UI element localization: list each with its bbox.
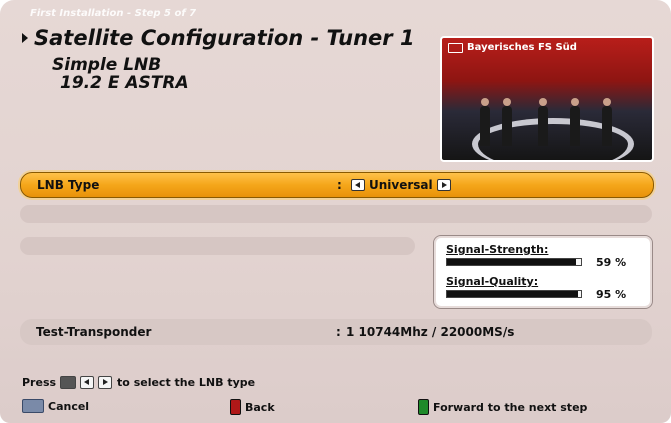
disabled-setting-row [20, 237, 415, 255]
test-transponder-row[interactable]: Test-Transponder : 1 10744Mhz / 22000MS/… [20, 319, 652, 345]
separator: : [337, 178, 342, 192]
lnb-type-selector[interactable]: Universal [347, 178, 455, 192]
lnb-config-type: Simple LNB [52, 55, 162, 75]
lnb-summary: Simple LNB 19.2 E ASTRA [52, 56, 189, 92]
back-label: Back [245, 400, 275, 414]
cancel-label: Cancel [48, 399, 90, 413]
studio-person [480, 98, 490, 146]
tv-icon [448, 42, 463, 53]
signal-quality-value: 95 % [596, 288, 627, 301]
cancel-action[interactable]: Cancel [22, 399, 89, 413]
studio-person [538, 98, 548, 146]
separator: : [336, 325, 341, 339]
lnb-type-label: LNB Type [37, 178, 100, 192]
test-transponder-value: 1 10744Mhz / 22000MS/s [346, 325, 515, 339]
forward-label: Forward to the next step [433, 400, 588, 414]
hint-prefix: Press [22, 376, 57, 389]
signal-strength-label: Signal-Strength: [446, 243, 549, 256]
lnb-type-row[interactable]: LNB Type : Universal [20, 172, 654, 198]
lnb-type-value: Universal [369, 178, 433, 192]
left-key-icon [80, 376, 95, 389]
signal-quality-fill [447, 291, 579, 297]
signal-panel: Signal-Strength: 59 % Signal-Quality: 95… [433, 235, 653, 309]
satellite-position: 19.2 E ASTRA [60, 73, 189, 93]
red-key-icon [230, 399, 241, 415]
signal-quality-bar [446, 290, 582, 298]
back-action[interactable]: Back [230, 399, 275, 415]
hint-suffix: to select the LNB type [117, 376, 256, 389]
right-key-icon [98, 376, 113, 389]
studio-person [602, 98, 612, 146]
arrow-left-icon[interactable] [351, 179, 365, 191]
test-transponder-label: Test-Transponder [36, 325, 152, 339]
step-indicator: First Installation - Step 5 of 7 [30, 8, 197, 19]
channel-name: Bayerisches FS Süd [467, 42, 577, 53]
disabled-setting-row [20, 205, 652, 223]
arrow-right-icon[interactable] [436, 179, 451, 191]
footer-key-legend: Cancel Back Forward to the next step [22, 399, 652, 419]
ok-key-icon [60, 376, 77, 389]
forward-action[interactable]: Forward to the next step [418, 399, 587, 415]
studio-person [502, 98, 512, 146]
installation-panel: First Installation - Step 5 of 7 Satelli… [0, 0, 671, 423]
title-row: Satellite Configuration - Tuner 1 [22, 26, 415, 50]
studio-person [570, 98, 580, 146]
exit-key-icon [22, 399, 44, 413]
footer-hint: Press to select the LNB type [22, 376, 255, 389]
signal-strength-value: 59 % [596, 256, 627, 269]
preview-channel-label: Bayerisches FS Süd [448, 42, 577, 53]
signal-strength-bar [446, 258, 582, 266]
triangle-right-icon [22, 33, 28, 43]
green-key-icon [418, 399, 429, 415]
tv-preview: Bayerisches FS Süd [440, 36, 654, 162]
signal-strength-fill [447, 259, 576, 265]
signal-quality-label: Signal-Quality: [446, 275, 539, 288]
page-title: Satellite Configuration - Tuner 1 [34, 26, 415, 50]
